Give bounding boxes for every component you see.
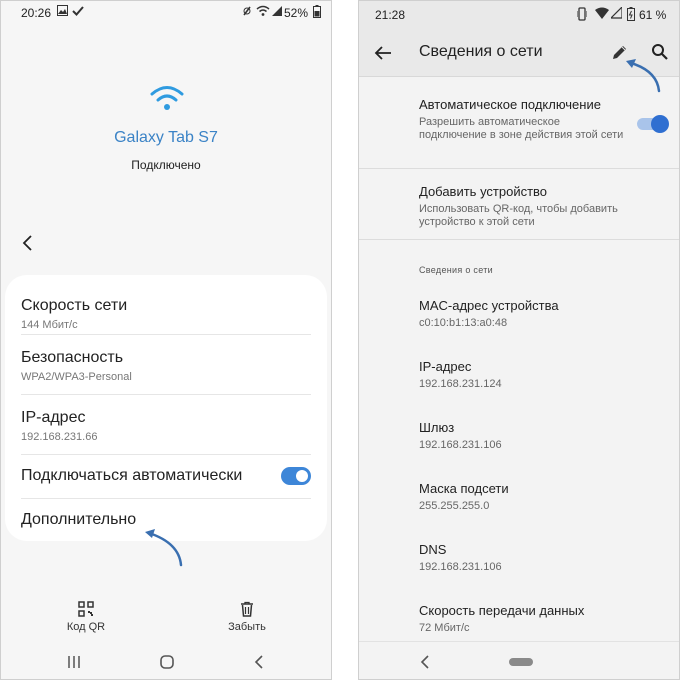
divider: [359, 168, 679, 169]
auto-connect-row[interactable]: Подключаться автоматически: [21, 455, 311, 499]
vibrate-icon: [577, 7, 587, 21]
add-device-setting[interactable]: Добавить устройство Использовать QR-код,…: [419, 184, 649, 229]
detail-title: Шлюз: [419, 420, 455, 435]
qr-code-label: Код QR: [66, 621, 106, 633]
network-details-card: Скорость сети 144 Мбит/с Безопасность WP…: [5, 275, 327, 541]
back-icon[interactable]: [419, 654, 431, 670]
back-arrow-icon[interactable]: [373, 43, 393, 63]
auto-connect-toggle[interactable]: [281, 467, 311, 485]
auto-connect-subtitle: Разрешить автоматическое подключение в з…: [419, 116, 624, 141]
status-time: 20:26: [21, 6, 52, 20]
detail-value: 255.255.255.0: [419, 500, 490, 512]
detail-title: Скорость передачи данных: [419, 603, 585, 618]
advanced-label: Дополнительно: [21, 511, 137, 528]
status-bar: 20:26 52%: [1, 1, 331, 25]
qr-code-button[interactable]: Код QR: [46, 601, 126, 633]
detail-value: 192.168.231.106: [419, 561, 502, 573]
battery-percent: 61 %: [639, 8, 667, 22]
detail-value: 192.168.231.106: [419, 439, 502, 451]
home-pill[interactable]: [509, 658, 533, 666]
gallery-icon: [57, 5, 68, 16]
auto-connect-title: Автоматическое подключение: [419, 97, 601, 112]
detail-title: IP-адрес: [419, 359, 472, 374]
trash-icon: [241, 601, 253, 617]
detail-title: Маска подсети: [419, 481, 509, 496]
wifi-status-icon: [256, 5, 270, 16]
annotation-arrow: [145, 529, 183, 567]
forget-label: Забыть: [228, 621, 266, 633]
row-title: IP-адрес: [21, 409, 86, 426]
auto-connect-label: Подключаться автоматически: [21, 467, 243, 484]
section-header: Сведения о сети: [419, 265, 493, 275]
back-icon[interactable]: [253, 654, 265, 670]
signal-icon: [272, 6, 282, 16]
detail-title: DNS: [419, 542, 447, 557]
status-time: 21:28: [375, 8, 406, 22]
auto-connect-toggle[interactable]: [637, 115, 669, 133]
row-value: 192.168.231.66: [21, 431, 98, 443]
divider: [359, 239, 679, 240]
navigation-bar: [359, 641, 679, 679]
network-speed-row: Скорость сети 144 Мбит/с: [21, 283, 311, 335]
samsung-network-screen: 20:26 52% Galaxy Tab S7 Подключено Скоро…: [0, 0, 332, 680]
connection-status: Подключено: [131, 158, 201, 172]
detail-value: c0:10:b1:13:a0:48: [419, 317, 508, 329]
battery-charging-icon: [627, 7, 635, 21]
detail-value: 192.168.231.124: [419, 378, 502, 390]
row-title: Безопасность: [21, 349, 124, 366]
ip-address-item: IP-адрес 192.168.231.124: [419, 359, 669, 391]
gateway-item: Шлюз 192.168.231.106: [419, 420, 669, 452]
auto-connect-setting[interactable]: Автоматическое подключение Разрешить авт…: [419, 97, 625, 142]
detail-value: 72 Мбит/с: [419, 622, 470, 634]
qr-code-icon: [78, 601, 94, 617]
battery-icon: [313, 5, 321, 18]
wifi-status-icon: [595, 7, 609, 19]
battery-percent: 52%: [284, 6, 309, 20]
android-network-details-screen: 21:28 61 % Сведения о сети Автоматическо…: [358, 0, 680, 680]
detail-title: MAC-адрес устройства: [419, 298, 559, 313]
add-device-title: Добавить устройство: [419, 184, 548, 199]
signal-icon: [611, 7, 622, 19]
forget-button[interactable]: Забыть: [207, 601, 287, 633]
network-name: Galaxy Tab S7: [114, 129, 218, 146]
row-title: Скорость сети: [21, 297, 128, 314]
link-speed-item: Скорость передачи данных 72 Мбит/с: [419, 603, 669, 635]
recent-apps-icon[interactable]: [67, 655, 81, 669]
back-chevron-icon[interactable]: [19, 233, 37, 253]
navigation-bar: [1, 647, 331, 679]
ip-address-row: IP-адрес 192.168.231.66: [21, 395, 311, 455]
wifi-icon: [150, 86, 184, 110]
add-device-subtitle: Использовать QR-код, чтобы добавить устр…: [419, 203, 618, 228]
subnet-mask-item: Маска подсети 255.255.255.0: [419, 481, 669, 513]
row-value: WPA2/WPA3-Personal: [21, 371, 132, 383]
status-bar: 21:28 61 %: [359, 1, 679, 29]
annotation-arrow: [626, 59, 661, 93]
page-title: Сведения о сети: [419, 43, 543, 60]
security-row: Безопасность WPA2/WPA3-Personal: [21, 335, 311, 395]
home-icon[interactable]: [159, 654, 175, 670]
mac-address-item: MAC-адрес устройства c0:10:b1:13:a0:48: [419, 298, 669, 330]
row-value: 144 Мбит/с: [21, 319, 78, 331]
check-icon: [72, 6, 84, 16]
dns-item: DNS 192.168.231.106: [419, 542, 669, 574]
mute-icon: [243, 6, 251, 16]
